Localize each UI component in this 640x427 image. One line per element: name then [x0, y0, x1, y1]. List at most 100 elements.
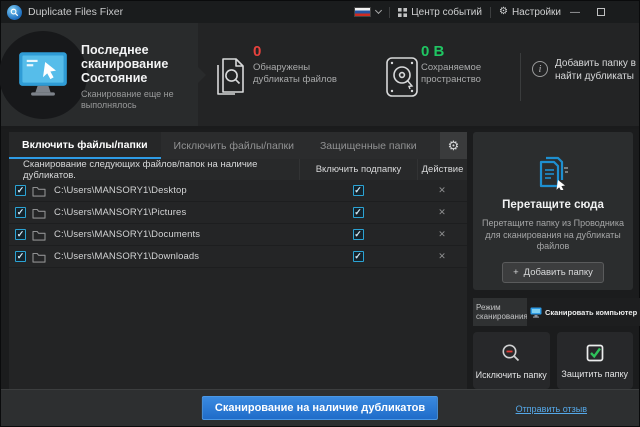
remove-folder-button[interactable]: ✕ [438, 229, 446, 240]
settings-label: Настройки [512, 7, 561, 18]
titlebar: Duplicate Files Fixer Центр событий ⚙ На… [1, 1, 639, 23]
exclude-folder-label: Исключить папку [476, 370, 547, 380]
drag-drop-icon [534, 152, 572, 190]
scan-settings-button[interactable]: ⚙ [440, 132, 467, 159]
exclude-folder-icon [500, 342, 522, 364]
settings-button[interactable]: ⚙ Настройки [499, 7, 561, 18]
protect-folder-label: Защитить папку [561, 369, 628, 379]
include-subfolder-checkbox[interactable]: ✓ [353, 229, 364, 240]
include-folder-checkbox[interactable]: ✓ [15, 251, 26, 262]
titlebar-divider [389, 7, 390, 18]
duplicates-label: Обнаружены дубликаты файлов [253, 62, 345, 85]
event-center-button[interactable]: Центр событий [398, 7, 482, 18]
remove-folder-button[interactable]: ✕ [438, 251, 446, 262]
minimize-button[interactable]: — [563, 1, 587, 23]
tab-include-folders[interactable]: Включить файлы/папки [9, 132, 161, 159]
include-folder-checkbox[interactable]: ✓ [15, 229, 26, 240]
titlebar-divider [490, 7, 491, 18]
exclude-folder-button[interactable]: Исключить папку [473, 332, 550, 389]
add-folder-hint-label: Добавить папку в найти дубликаты [555, 57, 640, 83]
tab-protected-folders[interactable]: Защищенные папки [307, 132, 430, 159]
table-row: ✓ C:\Users\MANSORY1\Pictures ✓ ✕ [9, 202, 467, 224]
summary-header: Последнее сканирование Состояние Сканиро… [1, 23, 639, 129]
last-scan-title: Последнее сканирование Состояние [81, 43, 193, 85]
remove-folder-button[interactable]: ✕ [438, 207, 446, 218]
folders-panel: Включить файлы/папки Исключить файлы/пап… [9, 132, 467, 389]
scan-mode-row: Режим сканирования Сканировать компьютер… [473, 298, 633, 326]
tab-bar: Включить файлы/папки Исключить файлы/пап… [9, 132, 467, 159]
table-row: ✓ C:\Users\MANSORY1\Desktop ✓ ✕ [9, 180, 467, 202]
remove-folder-button[interactable]: ✕ [438, 185, 446, 196]
last-scan-circle [0, 31, 87, 119]
language-flag-icon[interactable] [354, 7, 371, 17]
column-action: Действие [417, 159, 467, 180]
plus-icon: + [513, 267, 519, 278]
drag-drop-zone[interactable]: Перетащите сюда Перетащите папку из Пров… [473, 132, 633, 290]
folder-path: C:\Users\MANSORY1\Downloads [54, 251, 299, 262]
check-icon: ✓ [354, 252, 362, 261]
computer-monitor-icon [17, 51, 69, 99]
dropzone-title: Перетащите сюда [502, 199, 604, 211]
scan-mode-select[interactable]: Сканировать компьютер ✓ [527, 298, 640, 326]
events-grid-icon [398, 8, 407, 17]
folder-icon [32, 207, 46, 219]
include-subfolder-checkbox[interactable]: ✓ [353, 185, 364, 196]
last-scan-subtitle: Сканирование еще не выполнялось [81, 89, 189, 111]
app-window: Duplicate Files Fixer Центр событий ⚙ На… [0, 0, 640, 427]
folder-path: C:\Users\MANSORY1\Documents [54, 229, 299, 240]
tab-exclude-folders[interactable]: Исключить файлы/папки [161, 132, 307, 159]
maximize-button[interactable] [589, 1, 613, 23]
scan-mode-value: Сканировать компьютер [545, 308, 637, 317]
add-folder-hint: i Добавить папку в найти дубликаты [532, 57, 640, 83]
check-icon: ✓ [354, 208, 362, 217]
duplicates-value: 0 [253, 43, 345, 60]
protect-folder-icon [585, 343, 605, 363]
settings-gear-icon: ⚙ [499, 7, 508, 17]
table-row: ✓ C:\Users\MANSORY1\Documents ✓ ✕ [9, 224, 467, 246]
saved-space-label: Сохраняемое пространство [421, 62, 513, 85]
include-folder-checkbox[interactable]: ✓ [15, 207, 26, 218]
include-subfolder-checkbox[interactable]: ✓ [353, 251, 364, 262]
folder-path: C:\Users\MANSORY1\Desktop [54, 185, 299, 196]
maximize-icon [597, 8, 605, 16]
send-feedback-link[interactable]: Отправить отзыв [516, 404, 587, 414]
check-icon: ✓ [354, 230, 362, 239]
table-header: Сканирование следующих файлов/папок на н… [9, 159, 467, 180]
close-button[interactable] [615, 1, 639, 23]
folder-icon [32, 251, 46, 263]
gear-icon: ⚙ [448, 138, 460, 154]
column-include-subfolder: Включить подпапку [299, 159, 417, 180]
add-folder-button-label: Добавить папку [524, 267, 593, 278]
saved-space-disk-icon [383, 55, 421, 99]
include-folder-checkbox[interactable]: ✓ [15, 185, 26, 196]
language-chevron-icon[interactable] [375, 7, 382, 14]
header-divider [520, 53, 521, 101]
check-icon: ✓ [17, 186, 25, 195]
check-icon: ✓ [17, 252, 25, 261]
column-scan-paths: Сканирование следующих файлов/папок на н… [9, 159, 299, 180]
duplicates-stat: 0 Обнаружены дубликаты файлов [253, 43, 345, 85]
add-folder-button[interactable]: + Добавить папку [502, 262, 604, 283]
include-subfolder-checkbox[interactable]: ✓ [353, 207, 364, 218]
info-icon: i [532, 61, 548, 77]
protect-folder-button[interactable]: Защитить папку [557, 332, 634, 389]
folder-icon [32, 229, 46, 241]
app-title: Duplicate Files Fixer [28, 6, 123, 18]
main-area: Включить файлы/папки Исключить файлы/пап… [1, 129, 639, 391]
footer-bar: Сканирование на наличие дубликатов Отпра… [1, 389, 639, 426]
scan-now-button[interactable]: Сканирование на наличие дубликатов [202, 396, 438, 420]
folder-path: C:\Users\MANSORY1\Pictures [54, 207, 299, 218]
saved-space-stat: 0 В Сохраняемое пространство [421, 43, 513, 85]
last-scan-text: Последнее сканирование Состояние Сканиро… [81, 43, 193, 111]
check-icon: ✓ [17, 230, 25, 239]
computer-icon [530, 307, 542, 318]
folder-icon [32, 185, 46, 197]
folder-table-body: ✓ C:\Users\MANSORY1\Desktop ✓ ✕ ✓ C:\Use… [9, 180, 467, 389]
side-buttons: Исключить папку Защитить папку [473, 332, 633, 389]
app-logo-icon [7, 5, 22, 20]
table-row: ✓ C:\Users\MANSORY1\Downloads ✓ ✕ [9, 246, 467, 268]
scan-mode-label: Режим сканирования [473, 298, 527, 326]
side-panel: Перетащите сюда Перетащите папку из Пров… [473, 132, 633, 389]
last-scan-panel: Последнее сканирование Состояние Сканиро… [1, 23, 198, 126]
event-center-label: Центр событий [411, 7, 482, 18]
